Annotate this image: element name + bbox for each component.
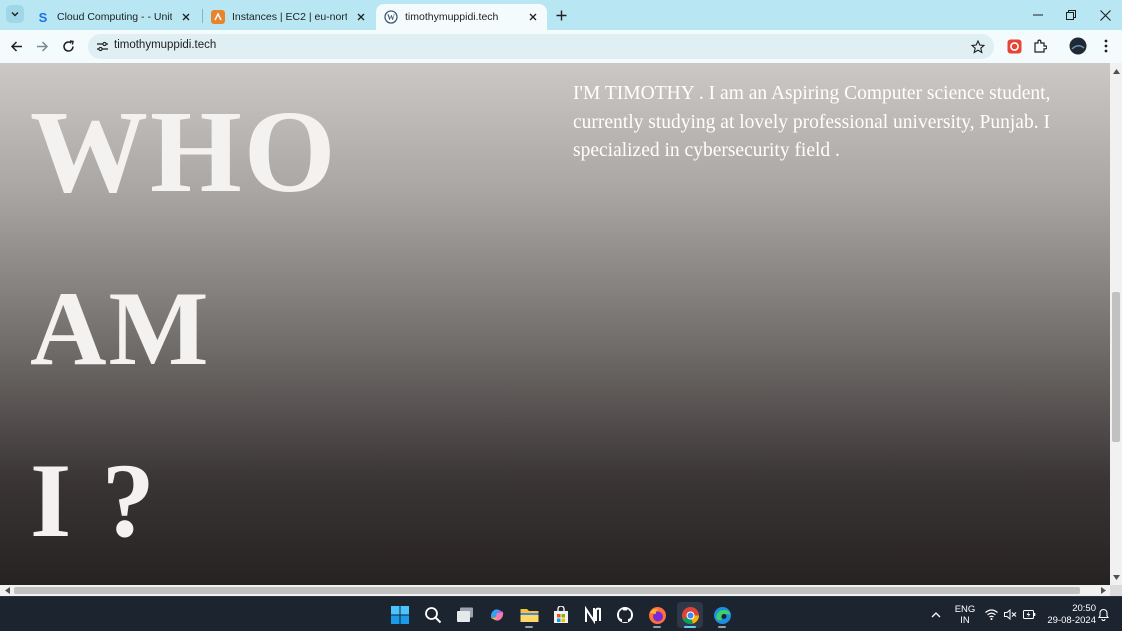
firefox-icon[interactable]	[644, 602, 670, 628]
running-indicator	[653, 626, 661, 628]
speaker-muted-icon	[1003, 609, 1016, 620]
bell-icon	[1097, 608, 1109, 621]
scrollbar-corner	[1110, 585, 1122, 596]
tab-search-button[interactable]	[6, 5, 24, 23]
scroll-right-arrow-icon[interactable]	[1097, 585, 1109, 596]
minimize-icon	[1033, 14, 1043, 16]
address-bar[interactable]: timothymuppidi.tech	[88, 34, 994, 59]
notion-icon[interactable]	[580, 602, 606, 628]
heading-word-who: WHO	[30, 86, 338, 217]
close-icon	[1099, 9, 1111, 21]
browser-menu-button[interactable]	[1097, 37, 1115, 55]
running-indicator	[525, 626, 533, 628]
heading-word-am: AM	[30, 270, 211, 387]
extension-button[interactable]	[1005, 37, 1023, 55]
running-indicator	[684, 626, 696, 628]
battery-icon	[1022, 610, 1035, 619]
tab-cloud-computing[interactable]: S Cloud Computing - - Unit 9 - W	[28, 4, 200, 30]
restore-icon	[1066, 10, 1076, 20]
svg-text:W: W	[387, 13, 395, 22]
back-button[interactable]	[7, 37, 25, 55]
task-view-icon[interactable]	[452, 602, 478, 628]
heading-word-i: I ?	[30, 442, 157, 559]
site-info-icon[interactable]	[93, 38, 111, 55]
region-code: IN	[960, 614, 970, 626]
record-extension-icon	[1007, 39, 1021, 53]
close-tab-icon[interactable]	[178, 9, 194, 25]
restore-button[interactable]	[1061, 5, 1081, 25]
plus-icon	[556, 10, 566, 20]
chevron-down-icon	[11, 12, 19, 17]
about-paragraph: I'M TIMOTHY . I am an Aspiring Computer …	[573, 83, 1051, 161]
scroll-left-arrow-icon[interactable]	[1, 585, 13, 596]
clock-date: 29-08-2024	[1047, 614, 1096, 626]
edge-icon[interactable]	[709, 602, 735, 628]
horizontal-scrollbar[interactable]	[0, 585, 1110, 596]
windows-taskbar: ENG IN 20:50 29-08-2024	[0, 596, 1122, 631]
close-window-button[interactable]	[1095, 5, 1115, 25]
new-tab-button[interactable]	[553, 7, 569, 23]
url-text[interactable]: timothymuppidi.tech	[114, 39, 216, 51]
aws-console-icon	[211, 10, 225, 24]
reload-icon	[62, 39, 74, 52]
search-icon[interactable]	[420, 602, 446, 628]
arrow-right-icon	[36, 40, 48, 52]
horizontal-scroll-thumb[interactable]	[14, 587, 1080, 594]
copilot-icon[interactable]	[484, 602, 510, 628]
clock[interactable]: 20:50 29-08-2024	[1040, 597, 1096, 631]
minimize-button[interactable]	[1028, 5, 1048, 25]
tab-timothymuppidi[interactable]: W timothymuppidi.tech	[376, 4, 547, 30]
chrome-icon[interactable]	[677, 602, 703, 628]
notifications-button[interactable]	[1095, 597, 1111, 631]
avatar	[1069, 37, 1087, 55]
language-code: ENG	[954, 603, 976, 615]
vertical-scrollbar[interactable]	[1110, 63, 1122, 585]
kebab-menu-icon	[1104, 39, 1108, 53]
wifi-icon	[984, 609, 998, 620]
tab-strip: S Cloud Computing - - Unit 9 - W Instanc…	[0, 0, 1122, 30]
running-indicator	[718, 626, 726, 628]
close-tab-icon[interactable]	[525, 9, 541, 25]
scroll-up-arrow-icon[interactable]	[1110, 65, 1122, 77]
s-logo-icon: S	[38, 9, 48, 25]
arrow-left-icon	[10, 40, 22, 52]
close-tab-icon[interactable]	[353, 9, 369, 25]
chevron-up-icon	[931, 612, 941, 618]
clock-time: 20:50	[1072, 602, 1096, 614]
microsoft-store-icon[interactable]	[548, 602, 574, 628]
show-hidden-icons-button[interactable]	[928, 597, 944, 631]
scroll-down-arrow-icon[interactable]	[1110, 571, 1122, 583]
wordpress-icon: W	[384, 10, 398, 24]
tab-ec2-instances[interactable]: Instances | EC2 | eu-north-1	[203, 4, 375, 30]
bookmark-star-icon[interactable]	[969, 38, 986, 55]
tab-title: timothymuppidi.tech	[405, 11, 499, 23]
forward-button[interactable]	[33, 37, 51, 55]
tab-title: Cloud Computing - - Unit 9 - W	[57, 11, 172, 23]
puzzle-icon	[1034, 39, 1047, 53]
quick-settings-button[interactable]	[984, 597, 1036, 631]
page-viewport: WHO AM I ? I'M TIMOTHY . I am an Aspirin…	[0, 63, 1110, 585]
vertical-scroll-thumb[interactable]	[1112, 292, 1120, 442]
github-icon[interactable]	[612, 602, 638, 628]
windows-start-icon[interactable]	[387, 602, 413, 628]
input-language-indicator[interactable]: ENG IN	[952, 597, 978, 631]
reload-button[interactable]	[59, 37, 77, 55]
file-explorer-icon[interactable]	[516, 602, 542, 628]
extensions-button[interactable]	[1031, 37, 1049, 55]
browser-toolbar: timothymuppidi.tech	[0, 30, 1122, 63]
profile-button[interactable]	[1069, 37, 1087, 55]
tab-title: Instances | EC2 | eu-north-1	[232, 11, 347, 23]
